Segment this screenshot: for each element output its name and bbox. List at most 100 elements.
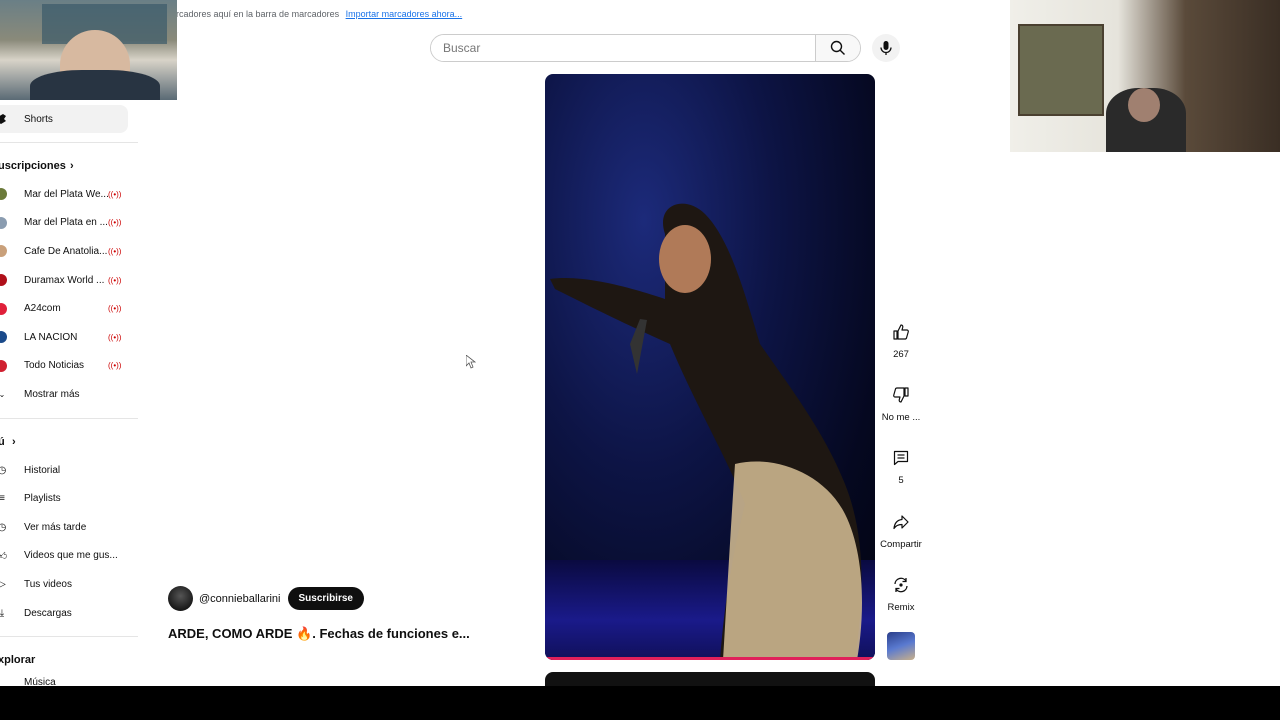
chevron-right-icon: › [70, 160, 74, 172]
subscription-item[interactable]: Duramax World ... ((•)) [0, 266, 140, 295]
subscription-item[interactable]: Cafe De Anatolia... ((•)) [0, 237, 140, 266]
webcam-overlay-right [1010, 0, 1280, 152]
watch-later-icon: ◷ [0, 521, 7, 533]
short-video-player[interactable] [545, 74, 875, 660]
wall-tapestry [1018, 24, 1104, 116]
share-label: Compartir [880, 539, 922, 550]
you-header[interactable]: ú › [0, 428, 140, 456]
sound-thumbnail[interactable] [887, 632, 915, 660]
subscriptions-header[interactable]: uscripciones › [0, 152, 140, 180]
you-list: ◷ Historial ≡ Playlists ◷ Ver más tarde 👍︎ Vide… [0, 456, 140, 628]
like-icon [886, 317, 916, 347]
webcam-overlay-left [0, 0, 177, 100]
chevron-right-icon: › [12, 435, 16, 448]
like-count: 267 [893, 349, 909, 360]
bookmarks-text: rcadores aquí en la barra de marcadores [176, 9, 340, 19]
channel-avatar [0, 359, 7, 372]
sidebar-item-watch-later[interactable]: ◷ Ver más tarde [0, 513, 140, 542]
channel-avatar [0, 274, 7, 287]
channel-info: @connieballarini Suscribirse [168, 586, 364, 611]
history-icon: ◷ [0, 464, 7, 476]
subscription-label: LA NACION [24, 331, 78, 343]
live-icon: ((•)) [108, 361, 122, 371]
dislike-icon [886, 380, 916, 410]
live-icon: ((•)) [108, 275, 122, 285]
microphone-icon [880, 41, 892, 55]
sidebar-item-label: Shorts [24, 113, 53, 125]
subscription-item[interactable]: Todo Noticias ((•)) [0, 352, 140, 381]
live-icon: ((•)) [108, 218, 122, 228]
person-shirt [30, 70, 160, 100]
dislike-button[interactable]: No me ... [879, 380, 923, 423]
dislike-label: No me ... [881, 412, 921, 423]
channel-avatar [0, 245, 7, 258]
subscription-item[interactable]: Mar del Plata We... ((•)) [0, 180, 140, 209]
sidebar-item-history[interactable]: ◷ Historial [0, 456, 140, 485]
like-icon: 👍︎ [0, 550, 8, 562]
remix-label: Remix [887, 602, 915, 613]
youtube-page: rcadores aquí en la barra de marcadores … [0, 0, 1280, 686]
live-icon: ((•)) [108, 304, 122, 314]
sidebar-item-music[interactable]: Música [0, 674, 140, 686]
sidebar: Shorts uscripciones › Mar del Plata We..… [0, 104, 140, 686]
you-title: ú [0, 435, 5, 448]
subscription-item[interactable]: LA NACION ((•)) [0, 323, 140, 352]
sidebar-item-like[interactable]: 👍︎ Videos que me gus... [0, 542, 140, 571]
channel-name[interactable]: @connieballarini [199, 593, 281, 605]
live-icon: ((•)) [108, 189, 122, 199]
video-progress-bar[interactable] [545, 657, 875, 660]
explore-header: xplorar [0, 646, 140, 674]
video-icon: ▷ [0, 578, 6, 590]
short-title[interactable]: ARDE, COMO ARDE 🔥. Fechas de funciones e… [168, 626, 470, 642]
subscription-label: Mar del Plata en ... [24, 217, 108, 229]
sidebar-item-video[interactable]: ▷ Tus videos [0, 570, 140, 599]
shorts-icon [0, 114, 7, 124]
performer-silhouette [550, 203, 862, 660]
sidebar-item-playlist[interactable]: ≡ Playlists [0, 484, 140, 513]
live-icon: ((•)) [108, 246, 122, 256]
comment-count: 5 [898, 475, 904, 486]
subscribe-button[interactable]: Suscribirse [287, 587, 364, 610]
mouse-cursor [465, 354, 477, 374]
channel-avatar [0, 302, 7, 315]
comment-icon [886, 443, 916, 473]
next-short-preview [545, 672, 875, 686]
subscriptions-title: uscripciones [0, 160, 66, 172]
like-button[interactable]: 267 [879, 317, 923, 360]
playlist-icon: ≡ [0, 493, 5, 505]
subscription-label: Mar del Plata We... [24, 188, 109, 200]
channel-avatar [0, 216, 7, 229]
sidebar-item-shorts[interactable]: Shorts [0, 105, 128, 133]
sidebar-item-download[interactable]: ⤓ Descargas [0, 599, 140, 628]
sidebar-item-label: Tus videos [24, 578, 72, 590]
subscription-item[interactable]: A24com ((•)) [0, 294, 140, 323]
sidebar-item-label: Historial [24, 464, 61, 476]
live-icon: ((•)) [108, 332, 122, 342]
sidebar-item-label: Música [24, 677, 56, 686]
divider [0, 142, 138, 143]
subscriptions-list: Mar del Plata We... ((•)) Mar del Plata en… [0, 180, 140, 380]
bookmarks-bar: rcadores aquí en la barra de marcadores … [176, 9, 462, 19]
show-more-button[interactable]: ⌄ Mostrar más [0, 380, 140, 409]
sidebar-item-label: Videos que me gus... [24, 550, 118, 562]
remix-button[interactable]: Remix [879, 570, 923, 613]
share-button[interactable]: Compartir [879, 507, 923, 550]
subscription-item[interactable]: Mar del Plata en ... ((•)) [0, 209, 140, 238]
chevron-down-icon: ⌄ [0, 389, 6, 399]
download-icon: ⤓ [0, 607, 5, 619]
comments-button[interactable]: 5 [879, 443, 923, 486]
sidebar-item-label: Descargas [24, 607, 72, 619]
divider [0, 636, 138, 638]
sidebar-item-label: Playlists [24, 493, 61, 505]
voice-search-button[interactable] [872, 34, 900, 62]
channel-avatar[interactable] [168, 586, 193, 611]
remix-icon [886, 570, 916, 600]
search-button[interactable] [815, 35, 860, 61]
show-more-label: Mostrar más [24, 388, 80, 400]
channel-avatar [0, 188, 7, 201]
divider [0, 417, 138, 419]
search-input[interactable] [431, 35, 815, 61]
subscription-label: A24com [24, 303, 61, 315]
import-bookmarks-link[interactable]: Importar marcadores ahora... [346, 9, 463, 19]
sidebar-item-label: Ver más tarde [24, 521, 87, 533]
